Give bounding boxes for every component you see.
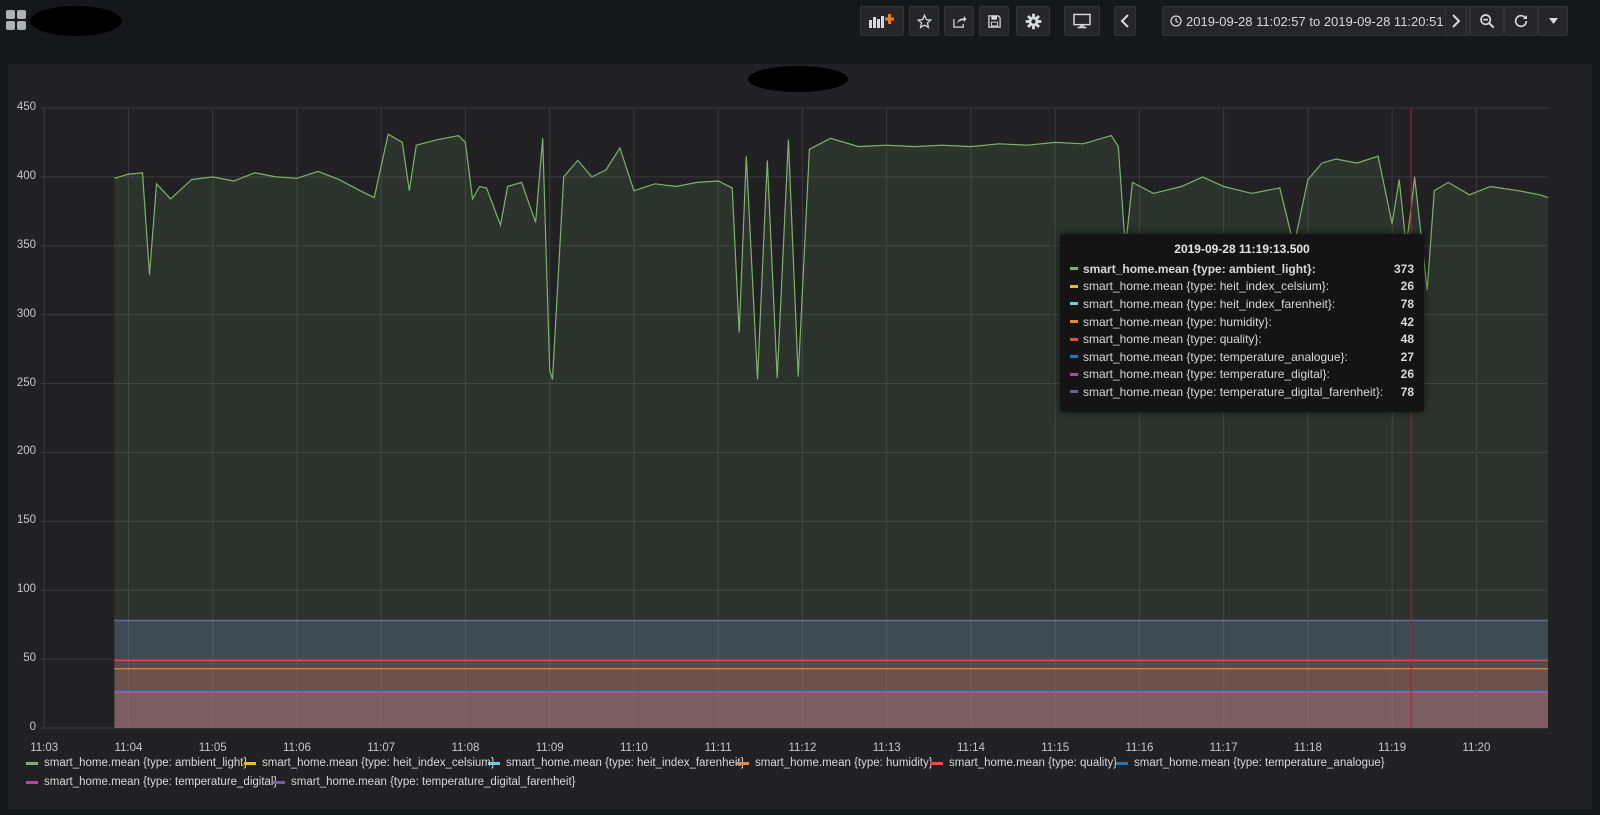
legend-swatch — [931, 761, 943, 765]
x-tick-label: 11:07 — [367, 742, 396, 754]
y-tick-label: 150 — [16, 514, 36, 527]
legend-label: smart_home.mean {type: ambient_light} — [44, 757, 248, 769]
legend-label: smart_home.mean {type: humidity} — [755, 757, 933, 769]
x-tick-label: 11:09 — [535, 742, 564, 754]
legend-item[interactable]: smart_home.mean {type: quality} — [931, 757, 1117, 769]
y-tick-label: 350 — [16, 238, 36, 251]
tooltip-row: smart_home.mean {type: quality}: 48 — [1070, 330, 1414, 348]
tooltip-series-label: smart_home.mean {type: temperature_analo… — [1083, 349, 1348, 364]
x-tick-label: 11:14 — [956, 742, 985, 754]
series-swatch — [1070, 302, 1078, 306]
legend-label: smart_home.mean {type: heit_index_celsiu… — [262, 757, 495, 769]
legend-item[interactable]: smart_home.mean {type: heit_index_celsiu… — [244, 757, 495, 769]
tooltip-series-value: 373 — [1393, 261, 1414, 276]
x-tick-label: 11:04 — [114, 742, 143, 754]
y-tick-label: 450 — [16, 101, 36, 113]
tooltip-series-value: 26 — [1400, 279, 1414, 294]
tooltip-row: smart_home.mean {type: temperature_digit… — [1070, 383, 1414, 401]
y-tick-label: 50 — [23, 652, 36, 665]
series-swatch — [1070, 284, 1078, 288]
tooltip-series-value: 26 — [1400, 367, 1414, 382]
legend-swatch — [244, 761, 256, 765]
tooltip-series-value: 48 — [1400, 332, 1414, 347]
series-swatch — [1070, 267, 1078, 271]
legend-item[interactable]: smart_home.mean {type: ambient_light} — [26, 757, 247, 769]
legend-swatch — [737, 761, 749, 765]
tooltip-row: smart_home.mean {type: humidity}: 42 — [1070, 313, 1414, 331]
legend-item[interactable]: smart_home.mean {type: heit_index_farenh… — [488, 757, 744, 769]
tooltip-series-label: smart_home.mean {type: heit_index_celsiu… — [1083, 279, 1330, 294]
tooltip-row: smart_home.mean {type: heit_index_farenh… — [1070, 295, 1414, 313]
y-tick-label: 200 — [16, 445, 36, 458]
tooltip-series-value: 27 — [1400, 349, 1414, 364]
legend-swatch — [273, 780, 285, 784]
series-fill — [114, 692, 1549, 728]
y-tick-label: 100 — [16, 583, 36, 596]
legend-swatch — [1116, 761, 1128, 765]
series-swatch — [1070, 337, 1078, 341]
x-tick-label: 11:06 — [282, 742, 311, 754]
legend-swatch — [26, 780, 38, 784]
tooltip-series-value: 78 — [1400, 384, 1414, 399]
tooltip-series-label: smart_home.mean {type: temperature_digit… — [1083, 384, 1384, 399]
tooltip-series-label: smart_home.mean {type: temperature_digit… — [1083, 367, 1330, 382]
hover-tooltip: 2019-09-28 11:19:13.500 smart_home.mean … — [1060, 234, 1424, 412]
tooltip-timestamp: 2019-09-28 11:19:13.500 — [1174, 242, 1310, 256]
y-tick-label: 300 — [16, 307, 36, 320]
x-tick-label: 11:03 — [30, 742, 59, 754]
x-tick-label: 11:11 — [704, 742, 732, 754]
y-tick-label: 400 — [16, 169, 36, 182]
x-tick-label: 11:19 — [1378, 742, 1407, 754]
tooltip-series-label: smart_home.mean {type: quality}: — [1083, 332, 1262, 347]
legend-label: smart_home.mean {type: temperature_digit… — [291, 776, 576, 788]
tooltip-rows: smart_home.mean {type: ambient_light}: 37… — [1070, 260, 1414, 401]
legend-item[interactable]: smart_home.mean {type: humidity} — [737, 757, 933, 769]
x-tick-label: 11:12 — [788, 742, 817, 754]
x-tick-label: 11:10 — [619, 742, 648, 754]
legend-label: smart_home.mean {type: temperature_analo… — [1134, 757, 1385, 769]
x-tick-label: 11:20 — [1462, 742, 1491, 754]
tooltip-row: smart_home.mean {type: temperature_digit… — [1070, 366, 1414, 384]
legend-item[interactable]: smart_home.mean {type: temperature_analo… — [1116, 757, 1385, 769]
legend-label: smart_home.mean {type: temperature_digit… — [44, 776, 278, 788]
x-tick-label: 11:08 — [451, 742, 480, 754]
legend-item[interactable]: smart_home.mean {type: temperature_digit… — [273, 776, 575, 788]
tooltip-row: smart_home.mean {type: temperature_analo… — [1070, 348, 1414, 366]
x-tick-label: 11:18 — [1293, 742, 1322, 754]
x-tick-label: 11:05 — [198, 742, 227, 754]
tooltip-series-value: 78 — [1400, 296, 1414, 311]
tooltip-series-value: 42 — [1400, 314, 1414, 329]
legend-item[interactable]: smart_home.mean {type: temperature_digit… — [26, 776, 277, 788]
legend-swatch — [488, 761, 500, 765]
series-swatch — [1070, 390, 1078, 394]
tooltip-row: smart_home.mean {type: ambient_light}: 37… — [1070, 260, 1414, 278]
tooltip-series-label: smart_home.mean {type: humidity}: — [1083, 314, 1272, 329]
legend-swatch — [26, 761, 38, 765]
x-tick-label: 11:17 — [1209, 742, 1238, 754]
series-swatch — [1070, 355, 1078, 359]
y-tick-label: 250 — [16, 376, 36, 389]
x-tick-label: 11:16 — [1125, 742, 1154, 754]
tooltip-row: smart_home.mean {type: heit_index_celsiu… — [1070, 278, 1414, 296]
x-tick-label: 11:13 — [872, 742, 901, 754]
series-swatch — [1070, 372, 1078, 376]
series-swatch — [1070, 320, 1078, 324]
y-tick-label: 0 — [29, 721, 36, 733]
legend-label: smart_home.mean {type: heit_index_farenh… — [506, 757, 745, 769]
tooltip-series-label: smart_home.mean {type: heit_index_farenh… — [1083, 296, 1336, 311]
tooltip-series-label: smart_home.mean {type: ambient_light}: — [1083, 261, 1316, 276]
legend-label: smart_home.mean {type: quality} — [949, 757, 1118, 769]
x-tick-label: 11:15 — [1041, 742, 1070, 754]
